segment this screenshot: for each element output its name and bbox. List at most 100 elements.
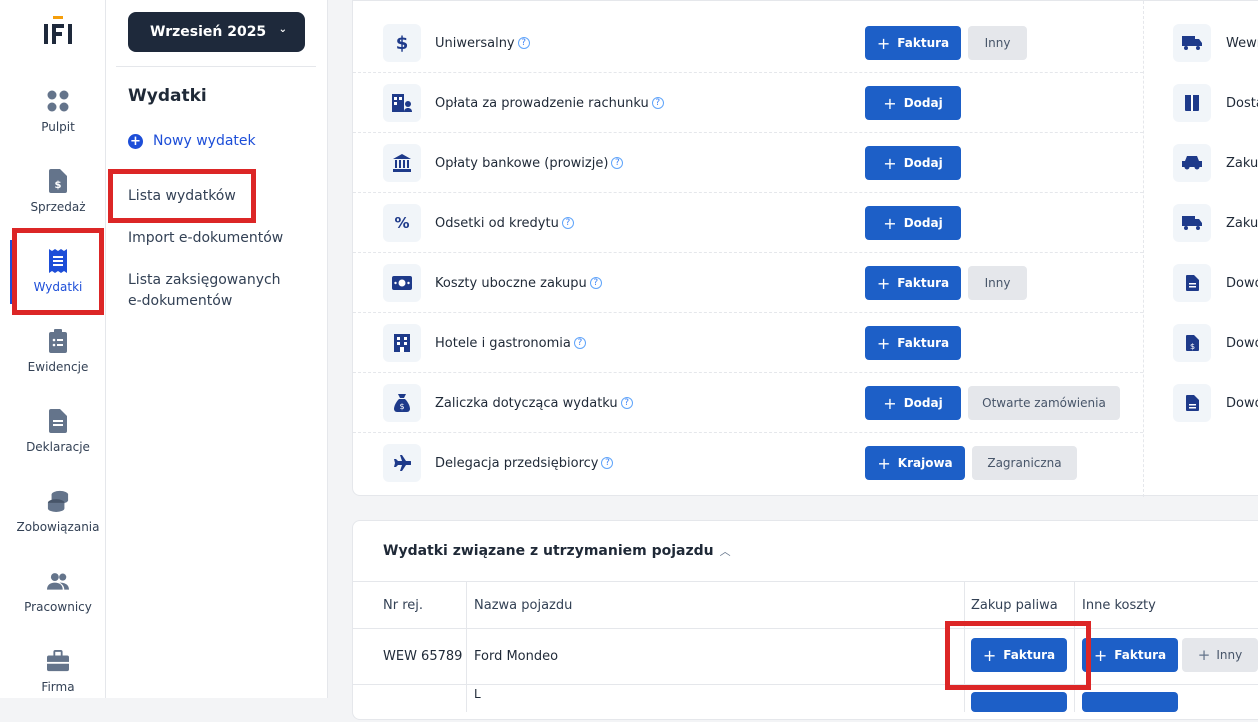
expense-row-right[interactable]: Dowó bbox=[1173, 373, 1258, 433]
nav-pulpit[interactable]: Pulpit bbox=[10, 86, 106, 162]
column-divider bbox=[964, 582, 965, 712]
plus-icon: + bbox=[883, 213, 897, 233]
help-icon[interactable]: ? bbox=[517, 37, 530, 49]
plus-icon: + bbox=[1197, 646, 1211, 664]
expense-name: Delegacja przedsiębiorcy bbox=[435, 455, 599, 471]
button-label: Inny bbox=[1216, 648, 1243, 662]
expense-row-right[interactable]: Dosta bbox=[1173, 73, 1258, 133]
expense-row-right[interactable]: Dowó bbox=[1173, 253, 1258, 313]
button-label: Faktura bbox=[1114, 648, 1167, 662]
plane-icon bbox=[383, 444, 421, 482]
money-bill-icon bbox=[383, 264, 421, 302]
dodaj-button[interactable]: + Dodaj bbox=[865, 386, 961, 420]
next-row-fuel-button[interactable] bbox=[971, 692, 1067, 712]
new-expense-label: Nowy wydatek bbox=[153, 133, 256, 149]
expense-row-oplaty-bankowe: Opłaty bankowe (prowizje)? + Dodaj bbox=[353, 133, 1143, 193]
faktura-button[interactable]: + Faktura bbox=[865, 26, 961, 60]
nav-firma[interactable]: Firma bbox=[10, 646, 106, 722]
expense-name: Odsetki od kredytu bbox=[435, 215, 559, 231]
nav-ewidencje[interactable]: Ewidencje bbox=[10, 326, 106, 402]
svg-text:$: $ bbox=[1189, 342, 1194, 351]
help-icon[interactable]: ? bbox=[573, 337, 586, 349]
help-icon[interactable]: ? bbox=[561, 217, 574, 229]
hotel-icon bbox=[383, 324, 421, 362]
clipboard-list-icon bbox=[47, 328, 69, 354]
button-label: Dodaj bbox=[903, 96, 943, 110]
nav-deklaracje[interactable]: Deklaracje bbox=[10, 406, 106, 482]
briefcase-icon bbox=[47, 648, 69, 674]
plus-circle-icon: + bbox=[128, 133, 143, 149]
help-icon[interactable]: ? bbox=[601, 457, 614, 469]
expense-name: Dowó bbox=[1226, 335, 1258, 351]
help-icon[interactable]: ? bbox=[611, 157, 624, 169]
help-icon[interactable]: ? bbox=[620, 397, 633, 409]
import-edocs-link[interactable]: Import e-dokumentów bbox=[128, 228, 283, 249]
new-expense-link[interactable]: + Nowy wydatek bbox=[128, 133, 256, 149]
plus-icon: + bbox=[876, 33, 891, 53]
divider bbox=[116, 66, 316, 67]
section-title: Wydatki bbox=[128, 86, 207, 106]
vehicle-section-toggle[interactable]: Wydatki związane z utrzymaniem pojazdu ︿ bbox=[383, 543, 731, 559]
nav-wydatki[interactable]: Wydatki bbox=[10, 246, 106, 322]
expense-row-delegacja: Delegacja przedsiębiorcy? + Krajowa Zagra… bbox=[353, 433, 1143, 493]
next-row-other-button[interactable] bbox=[1082, 692, 1178, 712]
krajowa-button[interactable]: + Krajowa bbox=[865, 446, 965, 480]
fuel-invoice-button[interactable]: + Faktura bbox=[971, 638, 1067, 672]
other-inny-button[interactable]: + Inny bbox=[1182, 638, 1258, 672]
plus-icon: + bbox=[876, 333, 891, 353]
expense-row-right[interactable]: $ Dowó bbox=[1173, 313, 1258, 373]
dodaj-button[interactable]: + Dodaj bbox=[865, 146, 961, 180]
truck-fast-icon bbox=[1173, 24, 1211, 62]
money-bag-icon: $ bbox=[383, 384, 421, 422]
nav-label: Pracownicy bbox=[24, 600, 92, 614]
expense-row-right[interactable]: Zakup bbox=[1173, 133, 1258, 193]
expense-row-zaliczka: $ Zaliczka dotycząca wydatku? + Dodaj Otw… bbox=[353, 373, 1143, 433]
expense-row-right[interactable]: Zakup bbox=[1173, 193, 1258, 253]
expense-name: Dosta bbox=[1226, 95, 1258, 111]
expense-name: Wewn bbox=[1226, 35, 1258, 51]
inny-button[interactable]: Inny bbox=[968, 266, 1027, 300]
nav-zobowiazania[interactable]: Zobowiązania bbox=[10, 486, 106, 562]
truck-icon bbox=[1173, 204, 1211, 242]
ifi-logo[interactable] bbox=[43, 16, 73, 50]
inny-button[interactable]: Inny bbox=[968, 26, 1027, 60]
nav-sprzedaz[interactable]: $ Sprzedaż bbox=[10, 166, 106, 242]
next-row-name-partial: L bbox=[474, 687, 481, 701]
nav-pracownicy[interactable]: Pracownicy bbox=[10, 566, 106, 642]
dodaj-button[interactable]: + Dodaj bbox=[865, 206, 961, 240]
other-invoice-button[interactable]: + Faktura bbox=[1082, 638, 1178, 672]
plus-icon: + bbox=[883, 393, 897, 413]
button-label: Dodaj bbox=[903, 156, 943, 170]
column-header: Nr rej. bbox=[383, 598, 424, 613]
expense-name: Dowó bbox=[1226, 395, 1258, 411]
help-icon[interactable]: ? bbox=[651, 97, 664, 109]
car-icon bbox=[1173, 144, 1211, 182]
month-selector[interactable]: Wrzesień 2025 ⌄ bbox=[128, 12, 305, 52]
percent-icon: % bbox=[383, 204, 421, 242]
expense-list-link[interactable]: Lista wydatków bbox=[128, 186, 236, 207]
file-icon bbox=[1173, 384, 1211, 422]
expense-name: Hotele i gastronomia bbox=[435, 335, 571, 351]
plus-icon: + bbox=[883, 153, 897, 173]
receipt-icon bbox=[47, 248, 69, 274]
open-orders-button[interactable]: Otwarte zamówienia bbox=[968, 386, 1120, 420]
expense-name: Zakup bbox=[1226, 215, 1258, 231]
column-divider bbox=[466, 582, 467, 712]
file-dollar-icon: $ bbox=[1173, 324, 1211, 362]
zagraniczna-button[interactable]: Zagraniczna bbox=[972, 446, 1077, 480]
nav-label: Pulpit bbox=[41, 120, 75, 134]
booked-edocs-link[interactable]: Lista zaksięgowanych e-dokumentów bbox=[128, 270, 298, 312]
dodaj-button[interactable]: + Dodaj bbox=[865, 86, 961, 120]
expense-row-right[interactable]: Wewn bbox=[1173, 13, 1258, 73]
faktura-button[interactable]: + Faktura bbox=[865, 326, 961, 360]
expense-row-hotele: Hotele i gastronomia? + Faktura bbox=[353, 313, 1143, 373]
vehicle-section-title: Wydatki związane z utrzymaniem pojazdu bbox=[383, 543, 714, 559]
help-icon[interactable]: ? bbox=[589, 277, 602, 289]
divider bbox=[353, 581, 1258, 582]
faktura-button[interactable]: + Faktura bbox=[865, 266, 961, 300]
column-divider bbox=[1074, 582, 1075, 712]
expense-types-card: $ Uniwersalny? + Faktura Inny Opłata za p… bbox=[352, 0, 1258, 497]
expense-name: Opłaty bankowe (prowizje) bbox=[435, 155, 609, 171]
button-label: Faktura bbox=[897, 336, 950, 350]
expense-row-koszty-uboczne: Koszty uboczne zakupu? + Faktura Inny bbox=[353, 253, 1143, 313]
